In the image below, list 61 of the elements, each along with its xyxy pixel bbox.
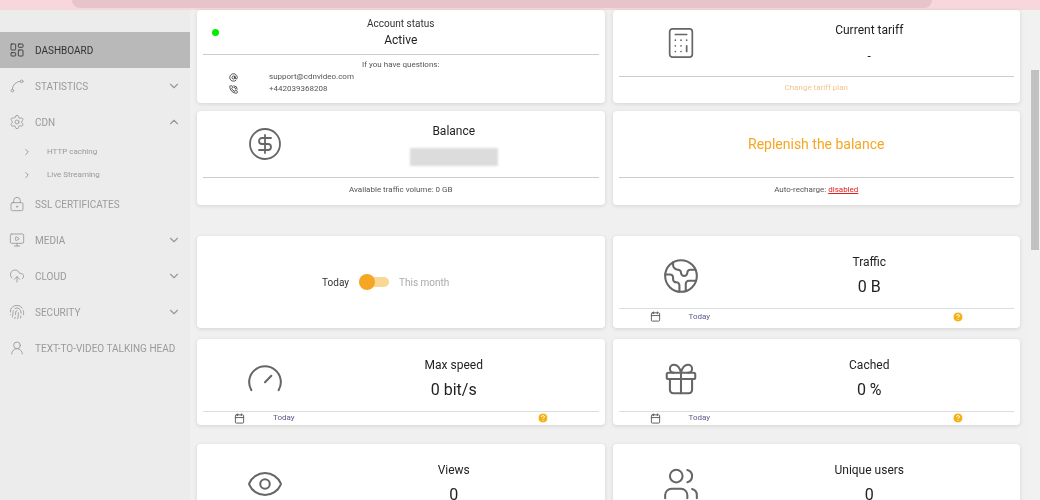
- email-link[interactable]: support@cdnvideo.com: [269, 71, 354, 83]
- period-switch[interactable]: [359, 274, 390, 290]
- sidebar-item[interactable]: CLOUD: [0, 258, 190, 294]
- cloud-upload-icon: [9, 268, 25, 284]
- video-icon: [9, 232, 25, 248]
- help-icon[interactable]: [536, 412, 549, 424]
- scrollbar-thumb[interactable]: [1031, 70, 1039, 250]
- stat-value: 0: [449, 484, 459, 500]
- traffic-volume-text: Available traffic volume: 0 GB: [349, 183, 453, 196]
- dashboard-icon: [9, 42, 25, 58]
- phone-icon: [229, 84, 238, 94]
- stat-title: Cached: [849, 357, 890, 374]
- status-value: Active: [384, 31, 418, 49]
- change-tariff-link[interactable]: Change tariff plan: [784, 81, 848, 94]
- sidebar-item[interactable]: SECURITY: [0, 294, 190, 330]
- period-option[interactable]: This month: [399, 274, 450, 290]
- questions-label: If you have questions:: [362, 59, 440, 71]
- sidebar-subitem[interactable]: Live Streaming: [0, 163, 190, 186]
- gear-icon: [9, 114, 25, 130]
- sidebar-subitem[interactable]: HTTP caching: [0, 140, 190, 163]
- sidebar-item[interactable]: MEDIA: [0, 222, 190, 258]
- stat-title: Views: [437, 462, 470, 479]
- tariff-title: Current tariff: [835, 22, 904, 39]
- chevron-right-icon: [22, 169, 32, 180]
- period-label: Today: [688, 310, 711, 323]
- stat-title: Max speed: [424, 357, 483, 374]
- calendar-icon: [649, 412, 661, 424]
- stat-title: Unique users: [834, 462, 904, 479]
- auto-recharge-link[interactable]: disabled: [828, 183, 859, 196]
- globe-icon: [661, 257, 700, 295]
- phone-number: +442039368208: [269, 83, 328, 95]
- stat-value: 0 %: [856, 379, 882, 401]
- dollar-coin-icon: [247, 126, 283, 162]
- fingerprint-icon: [9, 304, 25, 320]
- graph-icon: [9, 78, 25, 94]
- stat-value: 0 bit/s: [430, 379, 477, 401]
- stat-value: 0: [864, 484, 874, 500]
- balance-title: Balance: [432, 123, 476, 140]
- period-option[interactable]: Today: [322, 274, 350, 290]
- switch-thumb[interactable]: [359, 274, 376, 290]
- period-label: Today: [688, 412, 711, 424]
- sidebar-item[interactable]: STATISTICS: [0, 68, 190, 104]
- sidebar-item[interactable]: CDN: [0, 104, 190, 140]
- status-title: Account status: [367, 16, 435, 31]
- calendar-icon: [649, 311, 661, 322]
- sidebar-item[interactable]: DASHBOARD: [0, 32, 190, 68]
- sidebar-item[interactable]: TEXT-TO-VIDEO TALKING HEAD: [0, 330, 190, 366]
- help-icon[interactable]: [952, 310, 964, 323]
- tariff-value: -: [867, 48, 871, 65]
- auto-recharge-label: Auto-recharge:: [774, 183, 827, 196]
- chevron-right-icon: [22, 146, 32, 157]
- replenish-link[interactable]: Replenish the balance: [748, 133, 885, 155]
- at-sign-icon: [229, 72, 238, 82]
- period-label: Today: [273, 412, 295, 424]
- sidebar-item[interactable]: SSL CERTIFICATES: [0, 186, 190, 222]
- help-icon[interactable]: [952, 412, 964, 424]
- stat-value: 0 B: [857, 276, 881, 298]
- person-icon: [9, 340, 25, 356]
- stat-title: Traffic: [852, 254, 887, 271]
- calendar-icon: [234, 412, 245, 424]
- lock-icon: [9, 196, 25, 212]
